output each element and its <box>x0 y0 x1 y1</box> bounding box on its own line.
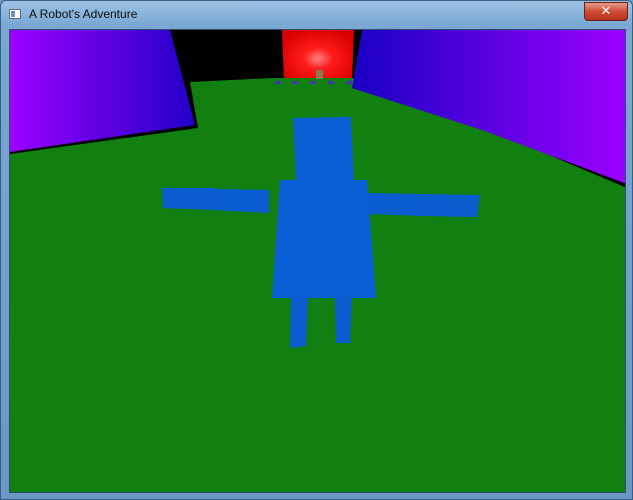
robot-left-hand <box>162 188 215 210</box>
game-scene <box>10 30 625 492</box>
app-window: A Robot's Adventure ✕ <box>0 0 633 500</box>
robot-right-leg <box>335 296 352 343</box>
game-viewport[interactable] <box>9 29 626 493</box>
robot-right-hand <box>421 194 480 217</box>
window-title: A Robot's Adventure <box>29 7 138 21</box>
title-bar[interactable]: A Robot's Adventure ✕ <box>1 1 633 29</box>
close-button[interactable]: ✕ <box>584 2 628 21</box>
close-icon: ✕ <box>600 4 612 19</box>
robot-left-leg <box>290 296 308 348</box>
robot-left-arm <box>214 189 269 213</box>
robot-head <box>293 117 354 182</box>
distant-target <box>316 70 323 79</box>
robot-right-arm <box>367 193 422 216</box>
app-window-icon[interactable] <box>9 9 21 19</box>
robot-torso <box>272 180 376 298</box>
